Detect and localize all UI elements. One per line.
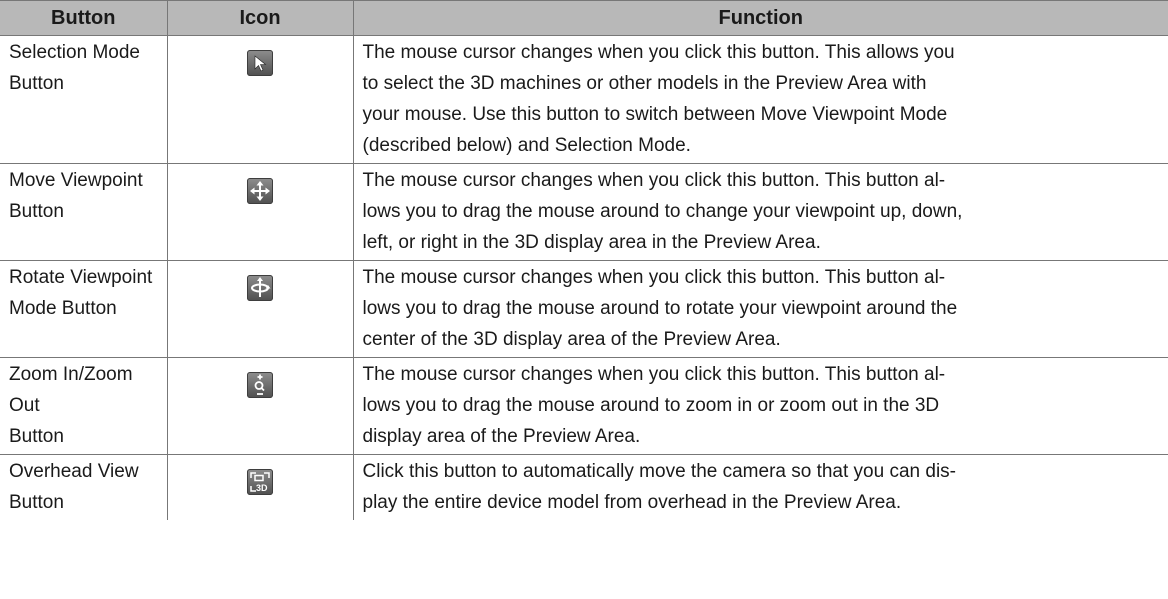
button-name-line: Button (9, 426, 64, 447)
svg-text:3D: 3D (256, 483, 268, 493)
selection-arrow-icon (247, 50, 273, 76)
button-name-cell: Zoom In/Zoom Out Button (0, 357, 168, 455)
button-name-line: Zoom In/Zoom Out (9, 364, 133, 416)
rotate-viewpoint-icon (247, 275, 273, 301)
function-line: center of the 3D display area of the Pre… (362, 329, 781, 350)
button-name-line: Selection Mode (9, 42, 140, 63)
function-cell: Click this button to automatically move … (352, 454, 1168, 520)
function-line: to select the 3D machines or other model… (362, 73, 927, 94)
button-name-line: Button (9, 201, 64, 222)
function-line: (described below) and Selection Mode. (362, 135, 691, 156)
icon-cell (166, 357, 354, 455)
icon-cell: 3D (166, 454, 354, 520)
icon-cell (166, 260, 354, 358)
button-name-line: Overhead View (9, 461, 139, 482)
button-name-line: Button (9, 73, 64, 94)
header-icon: Icon (166, 0, 354, 36)
zoom-icon (247, 372, 273, 398)
function-line: The mouse cursor changes when you click … (362, 170, 946, 191)
table-row: Overhead View Button 3D Click this butto… (0, 454, 1168, 520)
button-name-cell: Move Viewpoint Button (0, 163, 168, 261)
table-row: Zoom In/Zoom Out Button The mouse cursor… (0, 357, 1168, 455)
icon-cell (166, 163, 354, 261)
button-name-cell: Overhead View Button (0, 454, 168, 520)
button-name-line: Move Viewpoint (9, 170, 143, 191)
overhead-view-3d-icon: 3D (247, 469, 273, 495)
function-line: The mouse cursor changes when you click … (362, 42, 955, 63)
button-name-line: Mode Button (9, 298, 117, 319)
function-line: left, or right in the 3D display area in… (362, 232, 821, 253)
header-function: Function (352, 0, 1168, 36)
button-name-cell: Selection Mode Button (0, 35, 168, 164)
function-line: lows you to drag the mouse around to cha… (362, 201, 963, 222)
button-name-line: Button (9, 492, 64, 513)
icon-cell (166, 35, 354, 164)
table-header-row: Button Icon Function (0, 0, 1168, 36)
function-line: your mouse. Use this button to switch be… (362, 104, 948, 125)
function-line: Click this button to automatically move … (362, 461, 957, 482)
function-cell: The mouse cursor changes when you click … (352, 35, 1168, 164)
header-button: Button (0, 0, 168, 36)
function-cell: The mouse cursor changes when you click … (352, 260, 1168, 358)
move-arrows-icon (247, 178, 273, 204)
function-line: display area of the Preview Area. (362, 426, 641, 447)
function-cell: The mouse cursor changes when you click … (352, 357, 1168, 455)
function-cell: The mouse cursor changes when you click … (352, 163, 1168, 261)
function-line: play the entire device model from overhe… (362, 492, 902, 513)
button-function-table: Button Icon Function Selection Mode Butt… (0, 0, 1168, 520)
function-line: The mouse cursor changes when you click … (362, 364, 946, 385)
table-row: Move Viewpoint Button The mouse cursor c… (0, 163, 1168, 261)
table-row: Selection Mode Button The mouse cursor c… (0, 35, 1168, 164)
function-line: lows you to drag the mouse around to rot… (362, 298, 958, 319)
function-line: lows you to drag the mouse around to zoo… (362, 395, 940, 416)
function-line: The mouse cursor changes when you click … (362, 267, 946, 288)
button-name-cell: Rotate Viewpoint Mode Button (0, 260, 168, 358)
table-row: Rotate Viewpoint Mode Button The mouse c… (0, 260, 1168, 358)
button-name-line: Rotate Viewpoint (9, 267, 153, 288)
